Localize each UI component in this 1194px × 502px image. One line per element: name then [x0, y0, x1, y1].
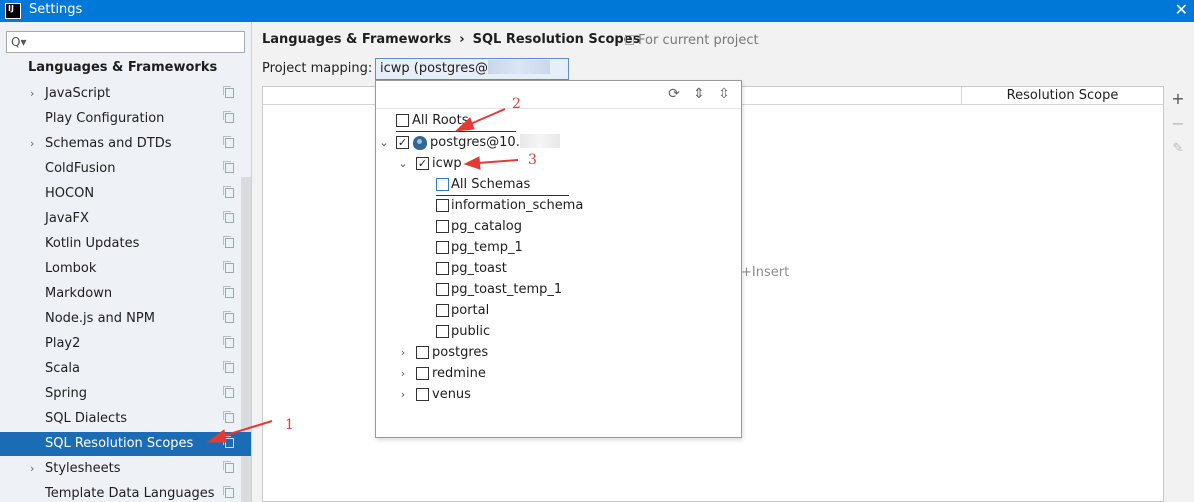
annotation-1: 1	[285, 417, 294, 433]
annotation-2: 2	[512, 96, 521, 112]
annotation-3: 3	[528, 152, 537, 168]
annotation-arrows	[206, 108, 519, 443]
